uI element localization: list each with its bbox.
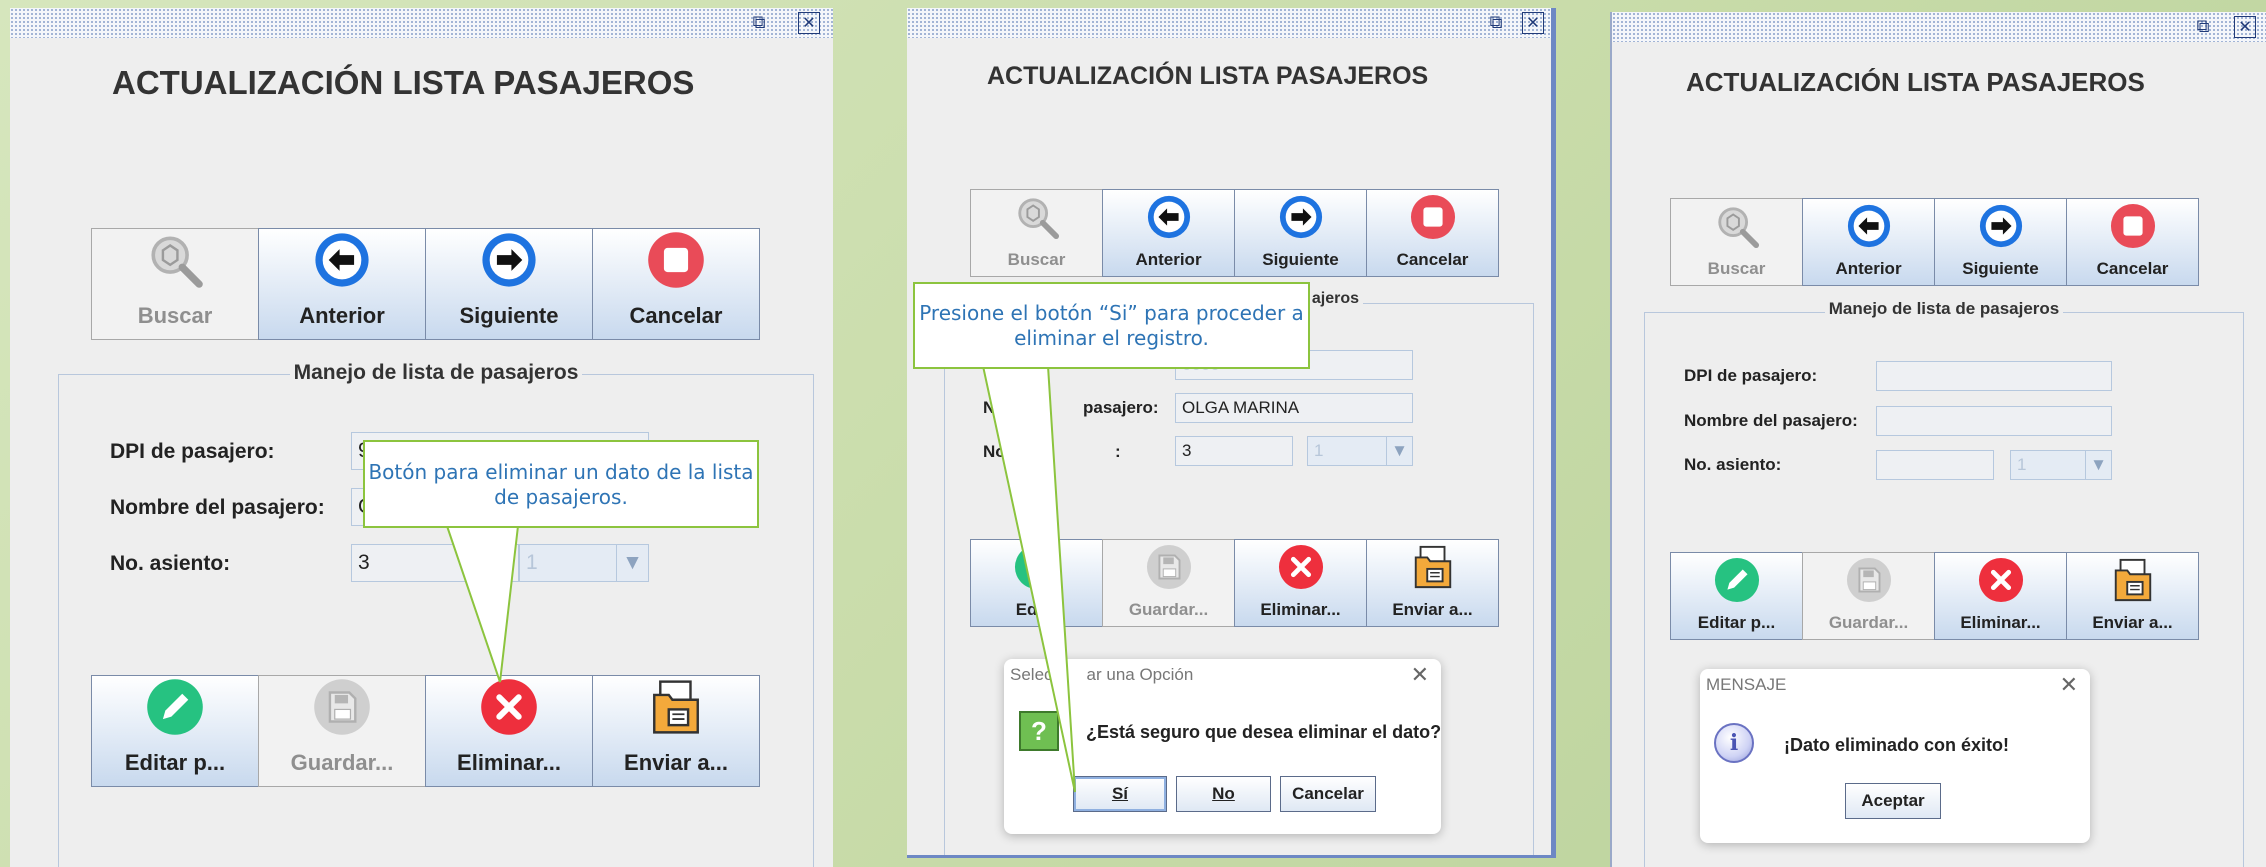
maximize-icon[interactable]: ⧉	[2192, 16, 2214, 38]
window-3: ⧉ ✕ ACTUALIZACIÓN LISTA PASAJEROS Buscar…	[1610, 12, 2266, 867]
stop-icon	[2110, 203, 2156, 249]
close-icon[interactable]: ✕	[2234, 16, 2256, 38]
next-button[interactable]: Siguiente	[1934, 198, 2067, 286]
save-button[interactable]: Guardar...	[1802, 552, 1935, 640]
dialog-title: MENSAJE	[1706, 675, 1787, 694]
folder-icon	[2110, 557, 2156, 603]
seat-combo[interactable]: 1 ▼	[2010, 450, 2112, 480]
name-field[interactable]	[1876, 406, 2112, 436]
chevron-down-icon: ▼	[2085, 451, 2111, 479]
action-toolbar: Editar p... Guardar... Eliminar... Envia…	[1670, 552, 2199, 640]
message-dialog: MENSAJE ✕ i ¡Dato eliminado con éxito! A…	[1700, 669, 2090, 843]
save-icon	[1846, 557, 1892, 603]
arrow-right-icon	[1978, 203, 2024, 249]
accept-button[interactable]: Aceptar	[1845, 783, 1941, 819]
send-button[interactable]: Enviar a...	[2066, 552, 2199, 640]
edit-button[interactable]: Editar p...	[1670, 552, 1803, 640]
seat-field[interactable]	[1876, 450, 1994, 480]
previous-button[interactable]: Anterior	[1802, 198, 1935, 286]
arrow-left-icon	[1846, 203, 1892, 249]
callout-confirm-hint: Presione el botón “Si” para proceder a e…	[913, 282, 1310, 369]
seat-label: No. asiento:	[1684, 455, 1782, 474]
delete-button[interactable]: Eliminar...	[1934, 552, 2067, 640]
cancel-button[interactable]: Cancelar	[2066, 198, 2199, 286]
group-title: Manejo de lista de pasajeros	[1824, 299, 2064, 318]
navigation-toolbar: Buscar Anterior Siguiente Cancelar	[1670, 198, 2199, 286]
search-button[interactable]: Buscar	[1670, 198, 1803, 286]
name-label: Nombre del pasajero:	[1684, 411, 1858, 430]
edit-icon	[1714, 557, 1760, 603]
search-icon	[1714, 203, 1760, 249]
dpi-label: DPI de pasajero:	[1684, 366, 1818, 385]
close-icon[interactable]: ✕	[2060, 673, 2078, 698]
delete-icon	[1978, 557, 2024, 603]
title-bar: ⧉ ✕	[1612, 12, 2266, 42]
dpi-field[interactable]	[1876, 361, 2112, 391]
dialog-message: ¡Dato eliminado con éxito!	[1784, 735, 2010, 755]
page-title: ACTUALIZACIÓN LISTA PASAJEROS	[1686, 67, 2145, 97]
info-icon: i	[1714, 723, 1754, 763]
